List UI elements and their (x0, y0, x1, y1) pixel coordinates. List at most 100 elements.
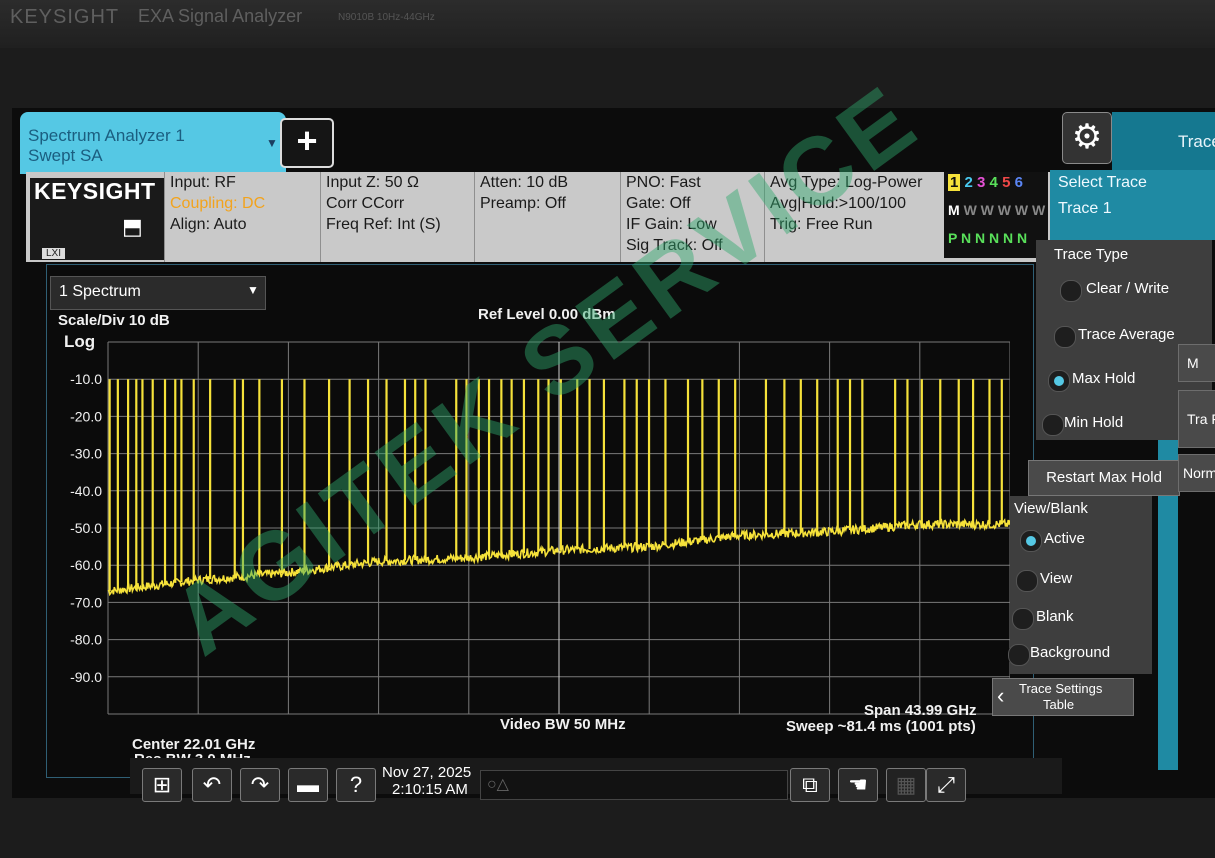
trace-detector-2: N (960, 230, 972, 246)
y-tick-label: -90.0 (70, 669, 102, 685)
sweep-label[interactable]: Sweep ~81.4 ms (1001 pts) (786, 718, 976, 735)
y-tick-label: -70.0 (70, 594, 102, 610)
radio-background[interactable] (1008, 644, 1030, 666)
option-blank[interactable]: Blank (1036, 608, 1074, 625)
radio-active[interactable] (1020, 530, 1042, 552)
remote-icon: ⬒ (122, 214, 143, 239)
trace-mode-1: M (948, 202, 960, 218)
trace-detectors: P N N N N N (948, 230, 1027, 246)
layout-icon[interactable]: ⧉ (790, 768, 830, 802)
trace-mode-4: W (997, 202, 1011, 218)
trace-number-4: 4 (989, 174, 998, 191)
y-tick-label: -50.0 (70, 520, 102, 536)
trace-indicator[interactable]: 1 2 3 4 5 6 M W W W W W P N N N N N (944, 172, 1048, 258)
span-label[interactable]: Span 43.99 GHz (864, 702, 977, 719)
info-preamp: Preamp: Off (480, 195, 566, 212)
time-text: 2:10:15 AM (392, 781, 468, 798)
view-blank-title: View/Blank (1014, 500, 1088, 517)
tab-spectrum-analyzer[interactable]: Spectrum Analyzer 1 Swept SA ▼ (20, 112, 286, 174)
instrument-bezel: KEYSIGHT EXA Signal Analyzer N9010B 10Hz… (0, 0, 1215, 48)
undo-icon[interactable]: ↶ (192, 768, 232, 802)
side-tile-m[interactable]: M (1178, 344, 1215, 382)
info-atten: Atten: 10 dB (480, 174, 569, 191)
gear-icon[interactable]: ⚙ (1062, 112, 1112, 164)
info-corr: Corr CCorr (326, 195, 405, 212)
info-impedance-settings[interactable]: Input Z: 50 Ω Corr CCorr Freq Ref: Int (… (320, 172, 474, 262)
bezel-model-number: N9010B 10Hz-44GHz (338, 12, 435, 23)
trace-type-title: Trace Type (1054, 246, 1129, 263)
option-view[interactable]: View (1040, 570, 1072, 587)
windows-icon[interactable]: ⊞ (142, 768, 182, 802)
radio-blank[interactable] (1012, 608, 1034, 630)
trace-detector-5: N (1003, 230, 1014, 246)
window-dropdown[interactable]: 1 Spectrum ▼ (50, 276, 266, 310)
radio-view[interactable] (1016, 570, 1038, 592)
keysight-logo[interactable]: KEYSIGHT ⬒ LXI (30, 178, 164, 260)
side-tile-trace-function[interactable]: Tra Fun (1178, 390, 1215, 448)
bezel-brand: KEYSIGHT (10, 6, 120, 28)
trace-detector-1: P (948, 230, 958, 246)
info-input-settings[interactable]: Input: RF Coupling: DC Align: Auto (164, 172, 320, 262)
trace-mode-6: W (1032, 202, 1046, 218)
radio-trace-average[interactable] (1054, 326, 1076, 348)
view-blank-panel: View/Blank Active View Blank Background (1008, 496, 1152, 674)
trace-detector-3: N (975, 230, 986, 246)
window-dropdown-label: 1 Spectrum (59, 283, 141, 300)
trace-number-1: 1 (948, 174, 961, 191)
option-clear-write[interactable]: Clear / Write (1086, 280, 1169, 297)
restart-max-hold-button[interactable]: Restart Max Hold (1028, 460, 1180, 496)
option-trace-average[interactable]: Trace Average (1078, 326, 1175, 343)
chevron-down-icon: ▼ (247, 283, 259, 297)
analyzer-screen: Spectrum Analyzer 1 Swept SA ▼ + ⚙ Trace… (12, 64, 1215, 802)
y-tick-label: -60.0 (70, 557, 102, 573)
folder-icon[interactable]: ▬ (288, 768, 328, 802)
trace-number-6: 6 (1014, 174, 1023, 191)
y-tick-label: -30.0 (70, 446, 102, 462)
help-button[interactable]: ? (336, 768, 376, 802)
touch-icon[interactable]: ☚ (838, 768, 878, 802)
trace-mode-2: W (963, 202, 977, 218)
multiwindow-icon[interactable]: ▦ (886, 768, 926, 802)
add-screen-button[interactable]: + (280, 118, 334, 168)
option-max-hold[interactable]: Max Hold (1072, 370, 1135, 387)
lxi-badge: LXI (42, 248, 66, 259)
side-tiles: M Tra Fun Norm (1178, 248, 1215, 588)
side-tile-normalize[interactable]: Norm (1178, 454, 1215, 492)
chevron-down-icon: ▼ (266, 136, 278, 150)
chevron-left-icon: ‹ (997, 683, 1005, 708)
date-text: Nov 27, 2025 (382, 764, 472, 781)
select-trace-button[interactable]: Select Trace Trace 1 (1050, 170, 1215, 240)
redo-icon[interactable]: ↷ (240, 768, 280, 802)
fullscreen-icon[interactable]: ⤢ (926, 768, 966, 802)
option-background[interactable]: Background (1030, 644, 1110, 661)
logo-text: KEYSIGHT (34, 178, 156, 204)
select-trace-value: Trace 1 (1058, 200, 1112, 217)
trace-number-2: 2 (964, 174, 973, 191)
trace-modes: M W W W W W (948, 202, 1045, 218)
trace-number-3: 3 (977, 174, 986, 191)
radio-max-hold[interactable] (1048, 370, 1070, 392)
info-freq-ref: Freq Ref: Int (S) (326, 216, 441, 233)
trace-detector-6: N (1017, 230, 1028, 246)
option-active[interactable]: Active (1044, 530, 1085, 547)
y-tick-label: -20.0 (70, 408, 102, 424)
info-align: Align: Auto (170, 216, 247, 233)
trace-menu-header[interactable]: Trace (1112, 112, 1215, 170)
radio-min-hold[interactable] (1042, 414, 1064, 436)
info-input: Input: RF (170, 174, 236, 191)
trace-menu-title: Trace (1178, 132, 1215, 151)
y-tick-label: -40.0 (70, 483, 102, 499)
trace-mode-5: W (1014, 202, 1029, 218)
info-atten-settings[interactable]: Atten: 10 dB Preamp: Off (474, 172, 620, 262)
trace-detector-4: N (989, 230, 1000, 246)
info-input-z: Input Z: 50 Ω (326, 174, 419, 191)
radio-clear-write[interactable] (1060, 280, 1082, 302)
trace-mode-3: W (980, 202, 994, 218)
settings-table-line2: Table (1043, 697, 1075, 712)
trace-settings-table-button[interactable]: ‹ Trace Settings Table (992, 678, 1134, 716)
settings-table-line1: Trace Settings (1019, 681, 1103, 696)
status-message-box: ○△ (480, 770, 788, 800)
option-min-hold[interactable]: Min Hold (1064, 414, 1123, 431)
trace-number-5: 5 (1002, 174, 1011, 191)
trace-numbers: 1 2 3 4 5 6 (948, 174, 1023, 191)
